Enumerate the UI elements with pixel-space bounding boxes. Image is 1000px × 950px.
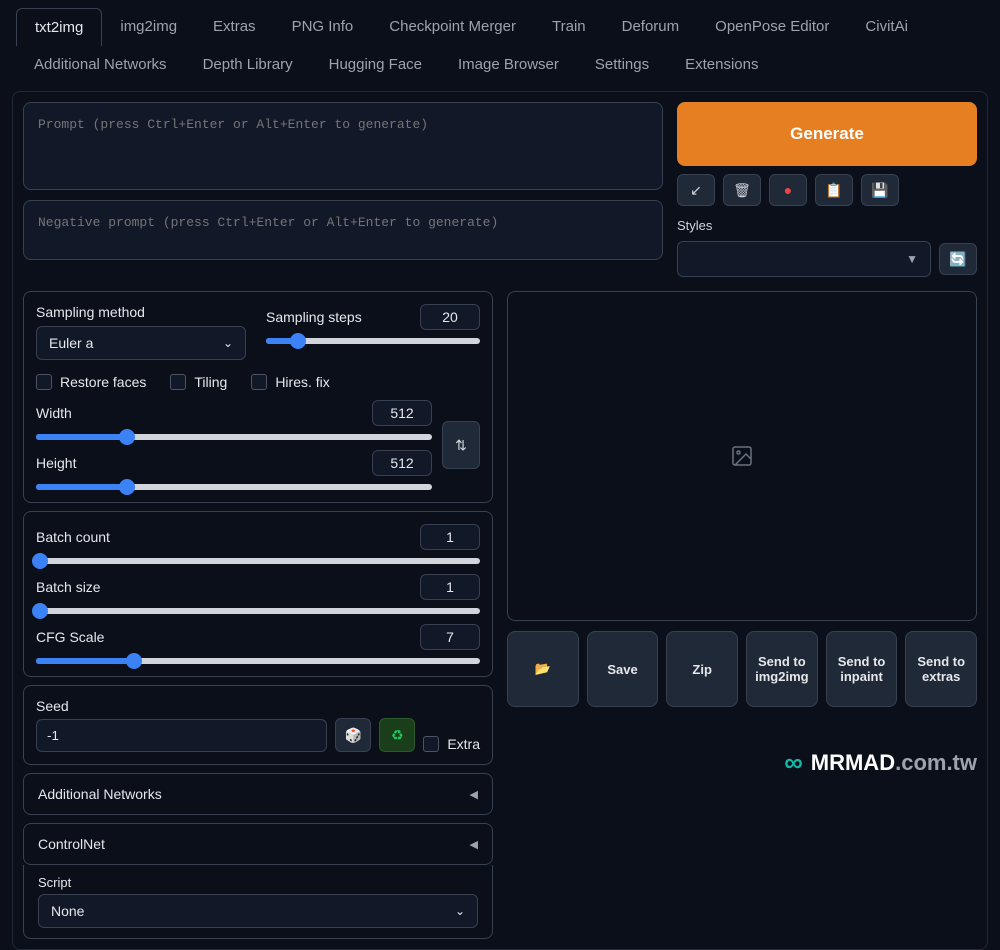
tiling-checkbox[interactable]: Tiling	[170, 374, 227, 390]
chevron-down-icon: ⌄	[455, 904, 465, 918]
tab-image-browser[interactable]: Image Browser	[440, 46, 577, 83]
script-dropdown[interactable]: None ⌄	[38, 894, 478, 928]
height-value[interactable]: 512	[372, 450, 432, 476]
random-seed-button[interactable]: 🎲	[335, 718, 371, 752]
negative-prompt-input[interactable]	[23, 200, 663, 260]
script-label: Script	[38, 875, 478, 890]
hires-fix-checkbox[interactable]: Hires. fix	[251, 374, 329, 390]
seed-input[interactable]	[36, 719, 327, 752]
arrow-down-left-icon[interactable]: ↙	[677, 174, 715, 206]
tab-openpose[interactable]: OpenPose Editor	[697, 8, 847, 46]
preview-area	[507, 291, 977, 621]
zip-button[interactable]: Zip	[666, 631, 738, 707]
sampling-steps-value[interactable]: 20	[420, 304, 480, 330]
sampling-steps-label: Sampling steps	[266, 309, 362, 325]
tabs-row-1: txt2img img2img Extras PNG Info Checkpoi…	[0, 0, 1000, 46]
clipboard-icon[interactable]: 📋	[815, 174, 853, 206]
open-folder-button[interactable]: 📂	[507, 631, 579, 707]
width-label: Width	[36, 405, 72, 421]
infinity-logo-icon: ∞	[784, 747, 803, 778]
sampling-method-label: Sampling method	[36, 304, 246, 320]
generate-button[interactable]: Generate	[677, 102, 977, 166]
sampling-method-dropdown[interactable]: Euler a ⌄	[36, 326, 246, 360]
send-extras-button[interactable]: Send to extras	[905, 631, 977, 707]
batch-size-slider[interactable]	[36, 608, 480, 614]
tabs-row-2: Additional Networks Depth Library Huggin…	[0, 46, 1000, 83]
tab-additional-networks[interactable]: Additional Networks	[16, 46, 185, 83]
extra-checkbox[interactable]: Extra	[423, 736, 480, 752]
tab-extras[interactable]: Extras	[195, 8, 274, 46]
tab-settings[interactable]: Settings	[577, 46, 667, 83]
controlnet-accordion[interactable]: ControlNet ◀	[23, 823, 493, 865]
width-slider[interactable]	[36, 434, 432, 440]
image-placeholder-icon	[730, 444, 754, 468]
send-inpaint-button[interactable]: Send to inpaint	[826, 631, 898, 707]
restore-faces-checkbox[interactable]: Restore faces	[36, 374, 146, 390]
width-value[interactable]: 512	[372, 400, 432, 426]
styles-dropdown[interactable]: ▼	[677, 241, 931, 277]
cfg-scale-value[interactable]: 7	[420, 624, 480, 650]
batch-count-slider[interactable]	[36, 558, 480, 564]
batch-count-value[interactable]: 1	[420, 524, 480, 550]
batch-size-value[interactable]: 1	[420, 574, 480, 600]
cfg-scale-slider[interactable]	[36, 658, 480, 664]
record-icon[interactable]: ●	[769, 174, 807, 206]
tab-extensions[interactable]: Extensions	[667, 46, 776, 83]
tab-img2img[interactable]: img2img	[102, 8, 195, 46]
tab-checkpoint-merger[interactable]: Checkpoint Merger	[371, 8, 534, 46]
refresh-styles-icon[interactable]: 🔄	[939, 243, 977, 275]
main-panel: Generate ↙ 🗑 ● 📋 💾 Styles ▼ 🔄 Sampling m…	[12, 91, 988, 950]
styles-label: Styles	[677, 218, 977, 233]
tab-png-info[interactable]: PNG Info	[274, 8, 372, 46]
tab-civitai[interactable]: CivitAi	[847, 8, 926, 46]
save-button[interactable]: Save	[587, 631, 659, 707]
seed-label: Seed	[36, 698, 480, 714]
send-img2img-button[interactable]: Send to img2img	[746, 631, 818, 707]
reuse-seed-button[interactable]: ♻	[379, 718, 415, 752]
batch-size-label: Batch size	[36, 579, 101, 595]
chevron-down-icon: ⌄	[223, 336, 233, 350]
tab-hugging-face[interactable]: Hugging Face	[311, 46, 440, 83]
cfg-scale-label: CFG Scale	[36, 629, 104, 645]
tab-deforum[interactable]: Deforum	[604, 8, 698, 46]
height-label: Height	[36, 455, 76, 471]
save-icon[interactable]: 💾	[861, 174, 899, 206]
tab-train[interactable]: Train	[534, 8, 604, 46]
height-slider[interactable]	[36, 484, 432, 490]
trash-icon[interactable]: 🗑	[723, 174, 761, 206]
swap-dimensions-button[interactable]: ⇅	[442, 421, 480, 469]
tab-txt2img[interactable]: txt2img	[16, 8, 102, 46]
triangle-left-icon: ◀	[470, 788, 478, 801]
sampling-steps-slider[interactable]	[266, 338, 480, 344]
batch-count-label: Batch count	[36, 529, 110, 545]
triangle-left-icon: ◀	[470, 838, 478, 851]
tab-depth-library[interactable]: Depth Library	[185, 46, 311, 83]
prompt-input[interactable]	[23, 102, 663, 190]
watermark: ∞ MRMAD.com.tw	[507, 747, 977, 778]
additional-networks-accordion[interactable]: Additional Networks ◀	[23, 773, 493, 815]
